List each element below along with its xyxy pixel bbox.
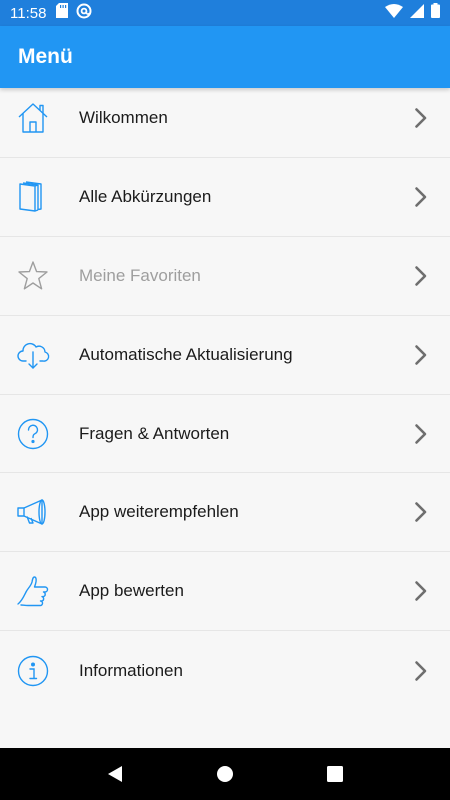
menu-item-informationen[interactable]: Informationen bbox=[0, 631, 450, 710]
house-icon bbox=[16, 101, 50, 135]
home-button[interactable] bbox=[205, 754, 245, 794]
menu-item-fragen-antworten[interactable]: Fragen & Antworten bbox=[0, 395, 450, 474]
chevron-right-icon bbox=[414, 580, 428, 602]
app-bar: Menü bbox=[0, 26, 450, 88]
back-button[interactable] bbox=[95, 754, 135, 794]
question-icon bbox=[16, 417, 50, 451]
recents-button[interactable] bbox=[315, 754, 355, 794]
menu-item-wilkommen[interactable]: Wilkommen bbox=[0, 79, 450, 158]
menu-item-label: Automatische Aktualisierung bbox=[79, 344, 293, 364]
menu-item-app-weiterempfehlen[interactable]: App weiterempfehlen bbox=[0, 473, 450, 553]
wifi-icon bbox=[385, 3, 403, 23]
book-icon bbox=[16, 180, 50, 214]
menu-item-label: Informationen bbox=[79, 660, 183, 680]
navigation-bar bbox=[0, 748, 450, 800]
menu-item-label: Wilkommen bbox=[79, 107, 168, 127]
signal-icon bbox=[410, 3, 424, 23]
chevron-right-icon bbox=[414, 501, 428, 523]
chevron-right-icon bbox=[414, 344, 428, 366]
menu-item-automatische-aktualisierung[interactable]: Automatische Aktualisierung bbox=[0, 316, 450, 395]
menu-item-meine-favoriten[interactable]: Meine Favoriten bbox=[0, 237, 450, 316]
menu-item-label: Meine Favoriten bbox=[79, 265, 201, 285]
megaphone-icon bbox=[16, 495, 50, 529]
status-time: 11:58 bbox=[10, 4, 47, 22]
at-sign-icon bbox=[76, 3, 92, 24]
status-bar: 11:58 bbox=[0, 0, 450, 26]
chevron-right-icon bbox=[414, 423, 428, 445]
menu-list: Wilkommen Alle Abkürzungen Meine Favorit… bbox=[0, 79, 450, 711]
recents-square-icon bbox=[327, 766, 343, 782]
menu-item-label: Alle Abkürzungen bbox=[79, 186, 212, 206]
chevron-right-icon bbox=[414, 107, 428, 129]
star-icon bbox=[16, 259, 50, 293]
menu-item-label: Fragen & Antworten bbox=[79, 423, 230, 443]
info-icon bbox=[16, 654, 50, 688]
chevron-right-icon bbox=[414, 660, 428, 682]
chevron-right-icon bbox=[414, 186, 428, 208]
thumbs-up-icon bbox=[16, 574, 50, 608]
page-title: Menü bbox=[18, 45, 73, 68]
menu-item-alle-abkuerzungen[interactable]: Alle Abkürzungen bbox=[0, 158, 450, 237]
home-circle-icon bbox=[217, 766, 233, 782]
menu-item-app-bewerten[interactable]: App bewerten bbox=[0, 552, 450, 632]
menu-item-label: App bewerten bbox=[79, 581, 184, 601]
back-triangle-icon bbox=[108, 766, 122, 782]
sd-card-icon bbox=[56, 3, 69, 23]
battery-icon bbox=[431, 3, 440, 23]
cloud-download-icon bbox=[16, 338, 50, 372]
chevron-right-icon bbox=[414, 265, 428, 287]
menu-item-label: App weiterempfehlen bbox=[79, 502, 239, 522]
